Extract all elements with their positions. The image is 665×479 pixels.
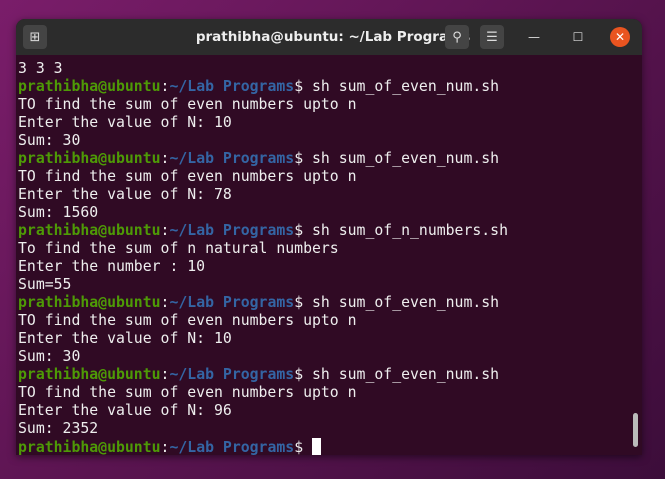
output-line: Sum=55 [18, 276, 72, 293]
prompt-symbol: $ [294, 366, 313, 383]
maximize-icon: ☐ [572, 30, 584, 44]
output-line: To find the sum of n natural numbers [18, 240, 339, 257]
prompt-symbol: $ [294, 150, 313, 167]
prompt-user: prathibha@ubuntu [18, 366, 161, 383]
output-line: TO find the sum of even numbers upto n [18, 96, 357, 113]
output-line: Enter the value of N: 10 [18, 114, 232, 131]
output-line: Sum: 30 [18, 348, 81, 365]
maximize-button[interactable]: ☐ [566, 25, 590, 49]
title-bar[interactable]: prathibha@ubuntu: ~/Lab Programs ⊞ ⚲ ☰ —… [16, 19, 642, 55]
scrollbar[interactable] [633, 413, 638, 447]
new-tab-button[interactable]: ⊞ [23, 25, 47, 49]
output-line: Sum: 2352 [18, 420, 99, 437]
prompt-line: prathibha@ubuntu:~/Lab Programs$ sh sum_… [18, 78, 628, 96]
prompt-path: ~/Lab Programs [169, 294, 295, 311]
prompt-path: ~/Lab Programs [169, 222, 295, 239]
command-text: sh sum_of_even_num.sh [312, 294, 500, 311]
minimize-icon: — [528, 30, 540, 44]
prompt-user: prathibha@ubuntu [18, 222, 161, 239]
new-tab-icon: ⊞ [29, 29, 41, 45]
output-line: TO find the sum of even numbers upto n [18, 312, 357, 329]
output-line: 3 3 3 [18, 60, 63, 77]
command-text: sh sum_of_even_num.sh [312, 150, 500, 167]
terminal-window: prathibha@ubuntu: ~/Lab Programs ⊞ ⚲ ☰ —… [16, 19, 642, 455]
output-line: Sum: 30 [18, 132, 81, 149]
prompt-user: prathibha@ubuntu [18, 150, 161, 167]
prompt-user: prathibha@ubuntu [18, 439, 161, 455]
prompt-line: prathibha@ubuntu:~/Lab Programs$ sh sum_… [18, 366, 628, 384]
prompt-line: prathibha@ubuntu:~/Lab Programs$ [18, 438, 628, 455]
prompt-line: prathibha@ubuntu:~/Lab Programs$ sh sum_… [18, 150, 628, 168]
prompt-line: prathibha@ubuntu:~/Lab Programs$ sh sum_… [18, 294, 628, 312]
cursor [312, 438, 322, 455]
output-line: Enter the value of N: 10 [18, 330, 232, 347]
prompt-path: ~/Lab Programs [169, 150, 295, 167]
close-button[interactable]: ✕ [610, 27, 630, 47]
close-icon: ✕ [614, 30, 626, 44]
prompt-path: ~/Lab Programs [169, 78, 295, 95]
prompt-symbol: $ [294, 294, 313, 311]
hamburger-menu-icon: ☰ [486, 29, 498, 45]
prompt-symbol: $ [294, 78, 313, 95]
output-line: Enter the number : 10 [18, 258, 206, 275]
command-text: sh sum_of_even_num.sh [312, 366, 500, 383]
output-line: TO find the sum of even numbers upto n [18, 384, 357, 401]
output-line: Enter the value of N: 96 [18, 402, 232, 419]
menu-button[interactable]: ☰ [480, 25, 504, 49]
minimize-button[interactable]: — [522, 25, 546, 49]
terminal-output[interactable]: 3 3 3 prathibha@ubuntu:~/Lab Programs$ sh… [18, 60, 628, 455]
prompt-user: prathibha@ubuntu [18, 78, 161, 95]
output-line: Sum: 1560 [18, 204, 99, 221]
prompt-path: ~/Lab Programs [169, 366, 295, 383]
prompt-line: prathibha@ubuntu:~/Lab Programs$ sh sum_… [18, 222, 628, 240]
output-line: Enter the value of N: 78 [18, 186, 232, 203]
prompt-path: ~/Lab Programs [169, 439, 295, 455]
window-title: prathibha@ubuntu: ~/Lab Programs [195, 29, 471, 45]
command-text: sh sum_of_n_numbers.sh [312, 222, 509, 239]
command-text: sh sum_of_even_num.sh [312, 78, 500, 95]
output-line: TO find the sum of even numbers upto n [18, 168, 357, 185]
prompt-symbol: $ [294, 222, 313, 239]
search-icon: ⚲ [452, 29, 462, 45]
prompt-symbol: $ [294, 439, 313, 455]
search-button[interactable]: ⚲ [445, 25, 469, 49]
prompt-user: prathibha@ubuntu [18, 294, 161, 311]
